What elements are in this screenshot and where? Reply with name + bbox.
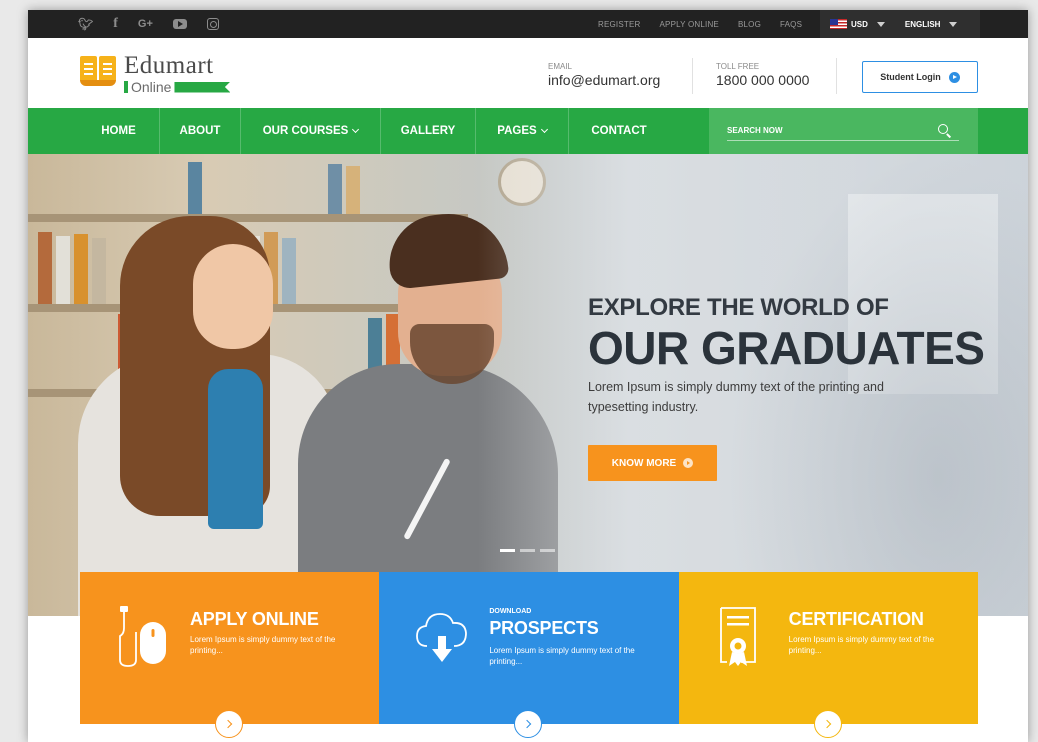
feature-boxes: APPLY ONLINE Lorem Ipsum is simply dummy… <box>80 572 978 738</box>
google-plus-icon[interactable]: G+ <box>138 10 153 38</box>
mouse-icon <box>119 606 166 667</box>
chevron-right-icon <box>223 719 233 729</box>
nav-item-about[interactable]: ABOUT <box>160 108 241 154</box>
cloud-download-icon <box>416 613 468 662</box>
chevron-right-icon <box>523 719 532 729</box>
brand-tagline: Online <box>124 79 231 95</box>
brand-name: Edumart <box>124 52 214 79</box>
slider-dot[interactable] <box>520 549 535 552</box>
currency-select[interactable]: USD <box>851 20 868 29</box>
main-nav: HOME ABOUT OUR COURSES GALLERY PAGES CON… <box>28 108 1028 154</box>
student-login-label: Student Login <box>880 72 941 82</box>
feature-download-prospects[interactable]: DOWNLOAD PROSPECTS Lorem Ipsum is simply… <box>379 572 679 738</box>
register-link[interactable]: REGISTER <box>598 20 641 29</box>
nav-item-contact[interactable]: CONTACT <box>569 108 669 154</box>
arrow-circle-icon <box>683 458 694 468</box>
chevron-down-icon <box>540 125 548 134</box>
hero-caption: EXPLORE THE WORLD OF OUR GRADUATES Lorem… <box>588 294 1008 417</box>
feature-title: PROSPECTS <box>489 618 599 638</box>
faqs-link[interactable]: FAQS <box>780 20 802 29</box>
site-logo[interactable]: Edumart Online <box>78 52 248 96</box>
feature-title: CERTIFICATION <box>788 609 924 629</box>
search-icon[interactable] <box>938 124 948 134</box>
hero-kicker: EXPLORE THE WORLD OF <box>588 294 889 321</box>
hero-title: OUR GRADUATES <box>588 322 985 374</box>
email-value[interactable]: info@edumart.org <box>548 72 660 89</box>
blog-link[interactable]: BLOG <box>738 20 761 29</box>
instagram-icon[interactable] <box>206 18 219 30</box>
student-login-button[interactable]: Student Login <box>862 61 978 93</box>
know-more-button[interactable]: KNOW MORE <box>588 445 717 481</box>
social-links: 🐦︎ f G+ <box>78 10 219 38</box>
brand-sub-text: Online <box>131 79 172 95</box>
apply-online-link[interactable]: APPLY ONLINE <box>660 20 719 29</box>
phone-value[interactable]: 1800 000 0000 <box>716 72 809 89</box>
feature-title: APPLY ONLINE <box>190 609 319 629</box>
chevron-right-icon <box>822 719 831 729</box>
feature-description: Lorem Ipsum is simply dummy text of the … <box>489 646 635 666</box>
hero-description: Lorem Ipsum is simply dummy text of the … <box>588 380 884 414</box>
feature-kicker: DOWNLOAD <box>489 608 532 615</box>
chevron-down-icon <box>352 125 360 134</box>
hero-slider: EXPLORE THE WORLD OF OUR GRADUATES Lorem… <box>28 154 1028 616</box>
caret-down-icon[interactable] <box>949 21 958 27</box>
caret-down-icon[interactable] <box>876 21 885 27</box>
top-links: REGISTER APPLY ONLINE BLOG FAQS <box>598 10 802 38</box>
nav-item-our-courses[interactable]: OUR COURSES <box>241 108 381 154</box>
book-icon <box>80 56 116 86</box>
feature-apply-online[interactable]: APPLY ONLINE Lorem Ipsum is simply dummy… <box>80 572 380 738</box>
feature-arrow-button[interactable] <box>813 710 842 738</box>
feature-description: Lorem Ipsum is simply dummy text of the … <box>788 635 935 655</box>
slider-dot[interactable] <box>500 549 515 552</box>
header-divider <box>692 58 693 94</box>
feature-certification[interactable]: CERTIFICATION Lorem Ipsum is simply dumm… <box>678 572 978 738</box>
search-input[interactable] <box>727 121 959 141</box>
us-flag-icon <box>830 19 847 29</box>
language-select[interactable]: ENGLISH <box>905 20 941 29</box>
header-divider <box>836 58 837 94</box>
phone-label: TOLL FREE <box>716 62 760 71</box>
top-bar: 🐦︎ f G+ REGISTER APPLY ONLINE BLOG FAQS … <box>28 10 1028 38</box>
nav-item-gallery[interactable]: GALLERY <box>381 108 476 154</box>
nav-item-home[interactable]: HOME <box>78 108 160 154</box>
browser-page: 🐦︎ f G+ REGISTER APPLY ONLINE BLOG FAQS … <box>28 10 1028 742</box>
feature-description: Lorem Ipsum is simply dummy text of the … <box>190 635 336 655</box>
phone-info: TOLL FREE 1800 000 0000 <box>716 62 809 89</box>
know-more-label: KNOW MORE <box>611 457 677 469</box>
feature-arrow-button[interactable] <box>215 710 243 738</box>
twitter-icon[interactable]: 🐦︎ <box>78 10 93 38</box>
nav-item-pages[interactable]: PAGES <box>476 108 569 154</box>
locale-switcher: USD ENGLISH <box>820 10 980 38</box>
search-box <box>709 108 978 154</box>
arrow-circle-icon <box>948 71 960 83</box>
slider-dot[interactable] <box>540 549 555 552</box>
certificate-icon <box>719 607 756 666</box>
youtube-icon[interactable] <box>172 19 187 29</box>
email-label: EMAIL <box>548 62 573 71</box>
slider-dots <box>500 549 555 552</box>
site-header: Edumart Online EMAIL info@edumart.org TO… <box>28 38 1028 108</box>
facebook-icon[interactable]: f <box>113 10 118 38</box>
email-info: EMAIL info@edumart.org <box>548 62 660 89</box>
logo-ribbon <box>174 81 231 93</box>
